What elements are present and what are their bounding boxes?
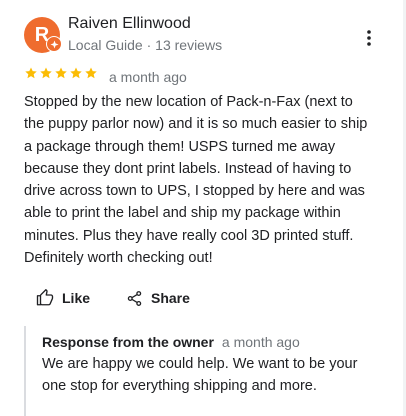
owner-response-header: Response from the owner a month ago [42,334,300,350]
star-icon [55,67,67,79]
owner-response: Response from the owner a month ago We ar… [24,326,386,416]
more-vert-icon [367,30,371,46]
review-text-line: Definitely worth checking out! [24,250,213,267]
review-text-line: minutes. Plus they have really cool 3D p… [24,227,354,244]
author-meta: Local Guide · 13 reviews [68,37,223,53]
review-text-line: a package through them! USPS turned me a… [24,138,336,155]
owner-response-time: a month ago [221,334,300,350]
like-button[interactable]: Like [36,287,90,309]
review-time: a month ago [109,69,187,85]
review-text-line: Stopped by the new location of Pack-n-Fa… [24,94,353,110]
author-name[interactable]: Raiven Ellinwood [68,15,191,33]
share-icon [127,290,142,306]
thumb-up-icon [36,289,54,306]
star-icon [25,67,37,79]
like-label: Like [62,290,91,306]
review-text-line: the puppy parlor now) and it is so much … [24,116,368,133]
star-icon [70,67,82,79]
owner-response-line: We are happy we could help. We want to b… [42,356,358,372]
review-text-line: because they dont print labels. Instead … [24,160,352,177]
review-text: Stopped by the new location of Pack-n-Fa… [24,91,374,269]
review-card: R Raiven Ellinwood Local Guide · 13 revi… [0,0,406,416]
local-guide-badge-icon [46,36,62,52]
share-label: Share [151,290,190,306]
review-text-line: able to print the label and ship my pack… [24,205,341,222]
star-rating [24,66,98,80]
owner-response-title: Response from the owner [42,334,214,350]
review-text-line: drive across town to UPS, I stopped by h… [24,183,365,200]
owner-response-text: We are happy we could help. We want to b… [42,353,357,397]
more-options-button[interactable] [358,27,380,49]
owner-response-line: one stop for everything shipping and mor… [42,378,317,394]
star-icon [40,67,52,79]
share-button[interactable]: Share [126,287,190,309]
star-icon [85,67,97,79]
